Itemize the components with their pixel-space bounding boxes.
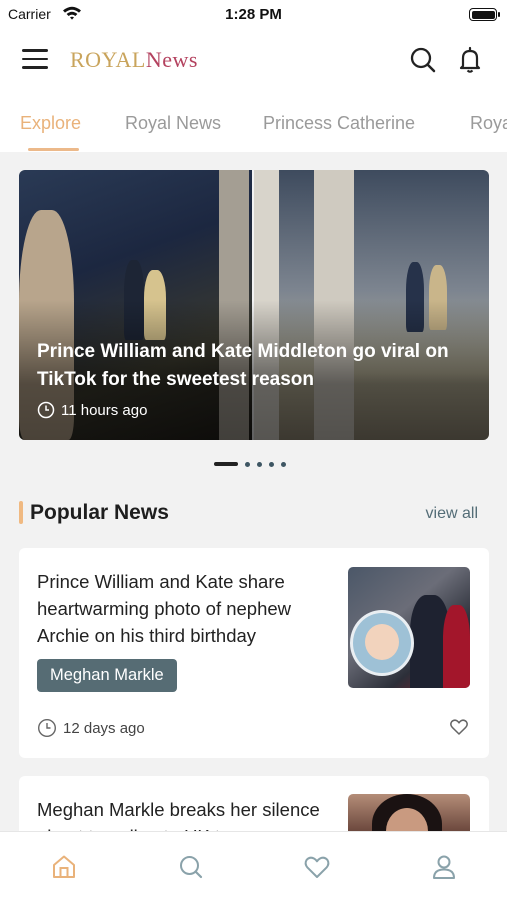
search-icon[interactable] (408, 45, 438, 75)
tab-royal-news[interactable]: Royal News (125, 113, 221, 134)
search-icon[interactable] (176, 852, 206, 882)
carousel-dot[interactable] (245, 461, 250, 467)
logo-royal: ROYAL (70, 47, 146, 72)
battery-icon (469, 8, 500, 21)
section-accent-bar (19, 501, 23, 524)
clock-icon (37, 718, 57, 738)
clock: 1:28 PM (225, 6, 282, 23)
home-icon[interactable] (49, 852, 79, 882)
tab-explore[interactable]: Explore (20, 113, 81, 134)
clock-icon (37, 401, 55, 419)
carousel-dot[interactable] (281, 461, 286, 467)
featured-carousel[interactable]: Prince William and Kate Middleton go vir… (19, 170, 489, 440)
news-card-thumbnail (348, 567, 470, 688)
app-logo: ROYALNews (70, 47, 198, 73)
profile-icon[interactable] (429, 852, 459, 882)
tab-princess-catherine[interactable]: Princess Catherine (263, 113, 415, 134)
carousel-pagination (214, 461, 286, 467)
featured-headline[interactable]: Prince William and Kate Middleton go vir… (37, 338, 477, 394)
menu-icon[interactable] (22, 49, 48, 71)
news-card-time: 12 days ago (37, 718, 145, 738)
news-card-time-label: 12 days ago (63, 719, 145, 737)
featured-time-label: 11 hours ago (61, 401, 148, 419)
category-tabs: Explore Royal News Princess Catherine Ro… (0, 92, 507, 152)
carousel-dot[interactable] (257, 461, 262, 467)
favorite-icon[interactable] (449, 717, 469, 737)
news-card-title[interactable]: Prince William and Kate share heartwarmi… (37, 568, 332, 649)
bell-icon[interactable] (455, 45, 485, 75)
carousel-dot[interactable] (269, 461, 274, 467)
section-title: Popular News (30, 501, 169, 524)
logo-news: News (145, 47, 198, 72)
carousel-dot-active[interactable] (214, 462, 238, 466)
heart-icon[interactable] (302, 852, 332, 882)
news-tag[interactable]: Meghan Markle (37, 659, 177, 692)
bottom-navigation (0, 831, 507, 900)
view-all-link[interactable]: view all (426, 505, 478, 523)
tab-royal-partial[interactable]: Roya (470, 113, 507, 134)
active-tab-indicator (28, 148, 79, 151)
featured-time: 11 hours ago (37, 401, 147, 419)
news-card[interactable]: Prince William and Kate share heartwarmi… (19, 548, 489, 758)
status-bar: Carrier 1:28 PM (0, 0, 507, 30)
app-header: ROYALNews (0, 30, 507, 92)
